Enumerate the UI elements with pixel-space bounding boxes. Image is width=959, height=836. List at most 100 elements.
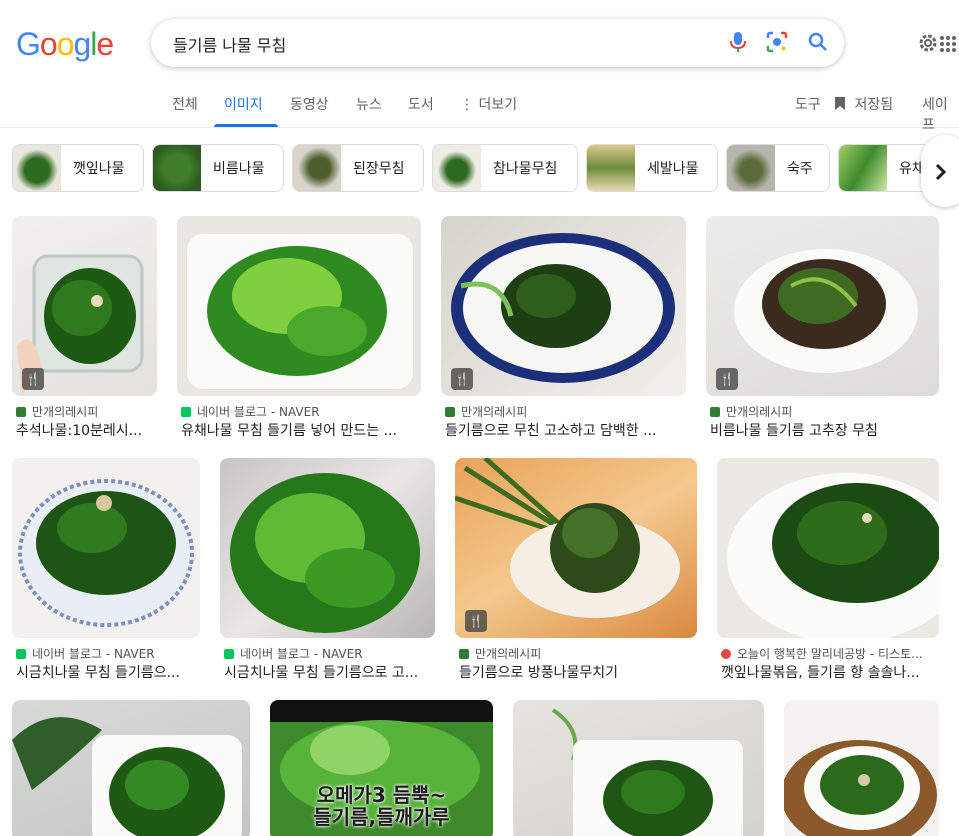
tab-all[interactable]: 전체	[172, 94, 198, 114]
search-icon[interactable]	[808, 32, 828, 57]
saved-label: 저장됨	[854, 97, 894, 113]
result-source[interactable]: 오늘이 행복한 말리네공방 - 티스토...	[721, 645, 923, 662]
chip-label: 된장무침	[353, 161, 405, 177]
camera-lens-icon[interactable]	[766, 31, 788, 58]
site-favicon	[459, 648, 469, 659]
chip-item[interactable]: 참나물무침	[432, 144, 578, 192]
image-overlay-text: 오메가3 듬뿍~ 들기름,들깨가루	[270, 784, 493, 828]
image-result[interactable]	[513, 700, 764, 836]
chip-thumbnail	[153, 145, 201, 191]
result-source[interactable]: 네이버 블로그 - NAVER	[16, 645, 155, 662]
bookmark-icon	[834, 97, 846, 113]
chip-thumbnail	[293, 145, 341, 191]
result-title[interactable]: 시금치나물 무침 들기름으...	[16, 662, 200, 682]
site-favicon	[710, 406, 720, 417]
image-result[interactable]: 🍴 만개의레시피 들기름으로 무친 고소하고 담백한 ...	[441, 216, 686, 441]
utensils-icon: 🍴	[25, 372, 41, 386]
apps-grid-icon[interactable]	[939, 35, 957, 58]
chip-item[interactable]: 비름나물	[152, 144, 284, 192]
logo-letter: g	[73, 26, 91, 62]
tab-more[interactable]: ⋮ 더보기	[460, 94, 517, 114]
tab-news[interactable]: 뉴스	[356, 94, 382, 114]
tab-images[interactable]: 이미지	[224, 94, 263, 114]
tools-button[interactable]: 도구	[795, 94, 821, 114]
result-image[interactable]: 🍴	[706, 216, 939, 396]
more-vert-icon: ⋮	[460, 97, 474, 113]
result-image[interactable]	[12, 458, 200, 638]
source-label: 만개의레시피	[32, 405, 99, 419]
logo-letter: G	[16, 26, 41, 62]
result-image[interactable]: 오메가3 듬뿍~ 들기름,들깨가루	[270, 700, 493, 836]
result-source[interactable]: 만개의레시피	[445, 403, 527, 420]
site-favicon	[16, 648, 26, 659]
result-image[interactable]	[784, 700, 939, 836]
safesearch-button[interactable]: 세이프	[922, 94, 959, 134]
result-source[interactable]: 만개의레시피	[16, 403, 98, 420]
active-tab-indicator	[214, 124, 278, 127]
chip-thumbnail	[13, 145, 61, 191]
image-result[interactable]: 🍴 만개의레시피 추석나물:10분레시...	[12, 216, 157, 441]
chip-item[interactable]: 깻잎나물	[12, 144, 144, 192]
chips-scroll-right-button[interactable]	[921, 135, 959, 207]
gear-icon[interactable]	[917, 32, 939, 59]
search-box[interactable]: 들기름 나물 무침	[151, 19, 844, 67]
result-title[interactable]: 비름나물 들기름 고추장 무침	[710, 420, 939, 440]
result-image[interactable]: 🍴	[12, 216, 157, 396]
image-result[interactable]: 🍴 만개의레시피 비름나물 들기름 고추장 무침	[706, 216, 939, 441]
settings-and-apps[interactable]	[917, 32, 959, 56]
result-title[interactable]: 깻잎나물볶음, 들기름 향 솔솔나...	[721, 662, 939, 682]
utensils-icon: 🍴	[454, 372, 470, 386]
image-result[interactable]	[12, 700, 250, 836]
result-source[interactable]: 만개의레시피	[710, 403, 792, 420]
site-favicon	[16, 406, 26, 417]
google-logo[interactable]: Google	[16, 26, 114, 63]
result-image[interactable]	[177, 216, 421, 396]
utensils-icon: 🍴	[468, 614, 484, 628]
chip-label: 비름나물	[213, 161, 265, 177]
recipe-badge: 🍴	[22, 368, 44, 390]
image-result[interactable]: 오늘이 행복한 말리네공방 - 티스토... 깻잎나물볶음, 들기름 향 솔솔나…	[717, 458, 939, 683]
result-image[interactable]	[717, 458, 939, 638]
site-favicon	[445, 406, 455, 417]
result-image[interactable]	[220, 458, 435, 638]
result-title[interactable]: 추석나물:10분레시...	[16, 420, 157, 440]
image-result[interactable]: 네이버 블로그 - NAVER 시금치나물 무침 들기름으로 고...	[220, 458, 435, 683]
result-title[interactable]: 들기름으로 무친 고소하고 담백한 ...	[445, 420, 682, 440]
image-result[interactable]: 오메가3 듬뿍~ 들기름,들깨가루	[270, 700, 493, 836]
recipe-badge: 🍴	[465, 610, 487, 632]
result-source[interactable]: 네이버 블로그 - NAVER	[181, 403, 320, 420]
result-image[interactable]	[513, 700, 764, 836]
image-result[interactable]: 🍴 만개의레시피 들기름으로 방풍나물무치기	[455, 458, 697, 683]
microphone-icon[interactable]	[730, 31, 746, 58]
image-result[interactable]	[784, 700, 939, 836]
search-input[interactable]: 들기름 나물 무침	[173, 32, 286, 56]
site-favicon	[224, 648, 234, 659]
site-favicon	[181, 406, 191, 417]
chip-item[interactable]: 세발나물	[586, 144, 718, 192]
result-image[interactable]: 🍴	[455, 458, 697, 638]
tab-books[interactable]: 도서	[408, 94, 434, 114]
image-result[interactable]: 네이버 블로그 - NAVER 유채나물 무침 들기름 넣어 만드는 ...	[177, 216, 421, 441]
source-label: 만개의레시피	[461, 405, 528, 419]
source-label: 만개의레시피	[475, 647, 542, 661]
result-image[interactable]: 🍴	[441, 216, 686, 396]
source-label: 네이버 블로그 - NAVER	[240, 647, 363, 661]
result-title[interactable]: 들기름으로 방풍나물무치기	[459, 662, 697, 682]
chip-thumbnail	[587, 145, 635, 191]
chip-label: 깻잎나물	[73, 161, 125, 177]
search-tabs: 전체 이미지 동영상 뉴스 도서 ⋮ 더보기 도구 저장됨 세이프	[0, 86, 959, 133]
saved-button[interactable]: 저장됨	[834, 94, 893, 114]
result-title[interactable]: 유채나물 무침 들기름 넣어 만드는 ...	[181, 420, 417, 440]
logo-letter: o	[39, 26, 58, 62]
recipe-badge: 🍴	[716, 368, 738, 390]
result-source[interactable]: 만개의레시피	[459, 645, 541, 662]
image-result[interactable]: 네이버 블로그 - NAVER 시금치나물 무침 들기름으...	[12, 458, 200, 683]
result-image[interactable]	[12, 700, 250, 836]
chip-thumbnail	[433, 145, 481, 191]
site-favicon	[721, 648, 731, 659]
result-title[interactable]: 시금치나물 무침 들기름으로 고...	[224, 662, 435, 682]
chip-item[interactable]: 숙주	[726, 144, 830, 192]
result-source[interactable]: 네이버 블로그 - NAVER	[224, 645, 363, 662]
tab-videos[interactable]: 동영상	[290, 94, 329, 114]
chip-item[interactable]: 된장무침	[292, 144, 424, 192]
